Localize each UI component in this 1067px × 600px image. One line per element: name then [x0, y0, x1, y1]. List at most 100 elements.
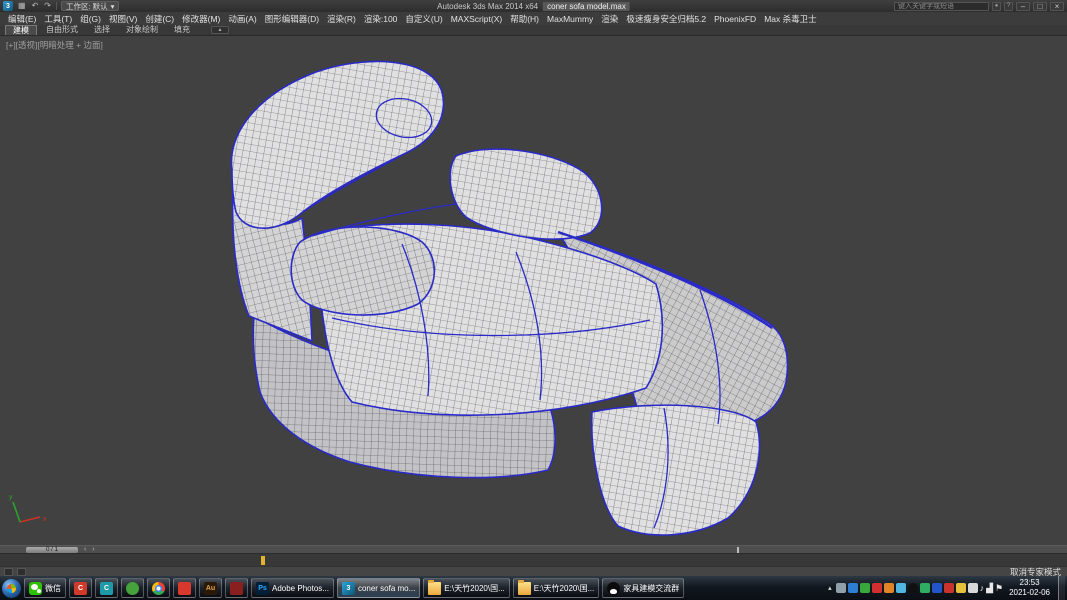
ribbon-collapse-icon[interactable]: ▴	[211, 26, 229, 34]
menu-help[interactable]: 帮助(H)	[506, 13, 543, 25]
time-slider-track[interactable]: 0 / 1 ‹ ›	[0, 545, 1067, 553]
menu-maxmummy[interactable]: MaxMummy	[543, 14, 597, 24]
chrome-icon	[152, 582, 165, 595]
animation-key[interactable]	[261, 556, 265, 565]
taskbar-3dsmax-active[interactable]: 3 coner sofa mo...	[337, 578, 420, 598]
taskbar-clock[interactable]: 23:53 2021-02-06	[1005, 578, 1054, 597]
ribbon-tab-populate[interactable]: 填充	[167, 25, 197, 35]
redo-icon[interactable]: ↷	[43, 1, 52, 11]
menu-customize[interactable]: 自定义(U)	[401, 13, 446, 25]
wechat-label: 微信	[45, 583, 61, 594]
explorer1-label: E:\天竹2020\国...	[444, 583, 504, 594]
tray-icon-red-app[interactable]	[872, 583, 882, 593]
menu-phoenixfd[interactable]: PhoenixFD	[710, 14, 760, 24]
sofa-wireframe-model[interactable]	[231, 61, 787, 535]
menu-render-plugin[interactable]: 渲染	[597, 13, 622, 25]
perspective-viewport[interactable]: [+][透视][明暗处理 + 边面]	[0, 36, 1067, 545]
app-icon[interactable]: 3	[3, 1, 13, 11]
taskbar-qq-group[interactable]: 家具建模交流群	[602, 578, 684, 598]
taskbar-photoshop[interactable]: Ps Adobe Photos...	[251, 578, 334, 598]
menu-rendering[interactable]: 渲染(R)	[323, 13, 360, 25]
taskbar-app-c-red[interactable]: C	[69, 578, 92, 598]
tray-icon-green-app[interactable]	[860, 583, 870, 593]
app-c-teal-icon: C	[100, 582, 113, 595]
minimize-button[interactable]: –	[1016, 2, 1030, 11]
menu-antivirus[interactable]: Max 杀毒卫士	[760, 13, 820, 25]
world-axis-gizmo: x y	[9, 494, 47, 523]
show-desktop-button[interactable]	[1058, 576, 1065, 600]
menu-create[interactable]: 创建(C)	[141, 13, 178, 25]
viewport-label-menu[interactable]: [+][透视][明暗处理 + 边面]	[6, 39, 103, 51]
tray-icon-blue2-app[interactable]	[932, 583, 942, 593]
start-button[interactable]	[2, 579, 21, 598]
qq-label: 家具建模交流群	[623, 583, 679, 594]
taskbar-audition[interactable]: Au	[199, 578, 222, 598]
chevron-down-icon: ▾	[111, 2, 115, 11]
sofa-footrest	[592, 405, 760, 535]
taskbar-wechat[interactable]: 微信	[24, 578, 66, 598]
track-bar[interactable]	[0, 553, 1067, 566]
save-icon[interactable]: ▦	[17, 1, 27, 11]
photoshop-icon: Ps	[256, 582, 269, 595]
close-button[interactable]: ×	[1050, 2, 1064, 11]
taskbar-explorer-1[interactable]: E:\天竹2020\国...	[423, 578, 509, 598]
menu-group[interactable]: 组(G)	[76, 13, 105, 25]
viewport-3d-scene[interactable]: x y	[0, 36, 1067, 545]
menu-tools[interactable]: 工具(T)	[40, 13, 76, 25]
taskbar-app-red[interactable]	[173, 578, 196, 598]
workspace-selector[interactable]: 工作区: 默认 ▾	[61, 1, 119, 11]
ribbon-tab-freeform[interactable]: 自由形式	[39, 25, 85, 35]
tray-icon-qq[interactable]	[908, 583, 918, 593]
app-title-text: Autodesk 3ds Max 2014 x64	[437, 2, 538, 11]
app-titlebar: 3 ▦ ↶ ↷ 工作区: 默认 ▾ Autodesk 3ds Max 2014 …	[0, 0, 1067, 12]
status-icon-left-1[interactable]	[4, 568, 13, 576]
clock-date: 2021-02-06	[1009, 588, 1050, 597]
tray-icon-red2-app[interactable]	[944, 583, 954, 593]
menu-maxscript[interactable]: MAXScript(X)	[447, 14, 506, 24]
windows-taskbar: 微信 C C Au Ps Adobe Photos... 3 coner	[0, 576, 1067, 600]
audition-icon: Au	[204, 582, 217, 595]
sign-in-icon[interactable]: ●	[992, 2, 1001, 11]
max-label: coner sofa mo...	[358, 584, 415, 593]
ribbon-tab-selection[interactable]: 选择	[87, 25, 117, 35]
tray-icon-printer[interactable]	[836, 583, 846, 593]
help-icon[interactable]: ?	[1004, 2, 1013, 11]
red-app-icon	[178, 582, 191, 595]
status-bar: 取消专家模式	[0, 566, 1067, 576]
ribbon-tab-modeling[interactable]: 建模	[5, 25, 37, 35]
undo-icon[interactable]: ↶	[31, 1, 40, 11]
taskbar-chrome[interactable]	[147, 578, 170, 598]
status-icon-left-2[interactable]	[17, 568, 26, 576]
taskbar-app-darkred[interactable]	[225, 578, 248, 598]
file-name: coner sofa model.max	[543, 2, 630, 11]
tray-icon-yellow-app[interactable]	[956, 583, 966, 593]
search-input[interactable]	[894, 2, 989, 11]
tray-expand-icon[interactable]: ▴	[826, 584, 834, 592]
tray-icon-skyblue-app[interactable]	[896, 583, 906, 593]
qq-penguin-icon	[607, 582, 620, 595]
menu-graph-editors[interactable]: 图形编辑器(D)	[261, 13, 323, 25]
folder-icon	[518, 582, 531, 595]
ribbon-tab-row: 建模 自由形式 选择 对象绘制 填充 ▴	[0, 25, 1067, 36]
volume-icon[interactable]: ♪	[980, 583, 985, 593]
network-icon[interactable]: ▟	[986, 583, 993, 593]
tray-icon-white-app[interactable]	[968, 583, 978, 593]
svg-text:x: x	[43, 516, 47, 523]
menu-modifiers[interactable]: 修改器(M)	[178, 13, 224, 25]
action-center-flag-icon[interactable]: ⚑	[995, 583, 1003, 593]
tray-icon-blue-app[interactable]	[848, 583, 858, 593]
workspace-label: 工作区: 默认	[66, 1, 108, 12]
tray-icon-orange-app[interactable]	[884, 583, 894, 593]
maximize-button[interactable]: □	[1033, 2, 1047, 11]
ribbon-tab-object-paint[interactable]: 对象绘制	[119, 25, 165, 35]
menu-archive-plugin[interactable]: 极速瘦身安全归档5.2	[622, 13, 710, 25]
taskbar-app-c-teal[interactable]: C	[95, 578, 118, 598]
taskbar-explorer-2[interactable]: E:\天竹2020\国...	[513, 578, 599, 598]
menu-edit[interactable]: 编辑(E)	[4, 13, 40, 25]
taskbar-app-green[interactable]	[121, 578, 144, 598]
menu-animation[interactable]: 动画(A)	[224, 13, 260, 25]
app-c-red-icon: C	[74, 582, 87, 595]
tray-icon-wechat[interactable]	[920, 583, 930, 593]
menu-views[interactable]: 视图(V)	[105, 13, 141, 25]
menu-render-100[interactable]: 渲染:100	[360, 13, 402, 25]
